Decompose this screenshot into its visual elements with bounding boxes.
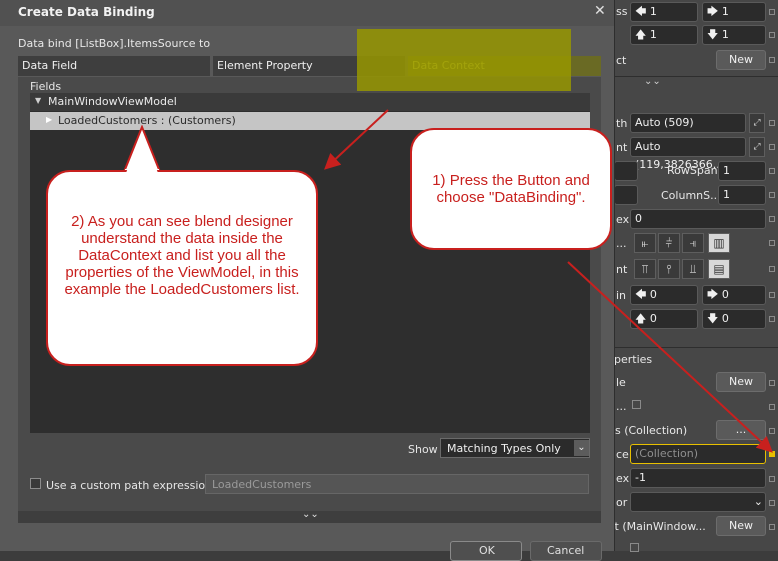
- callout-tail-cover: [126, 131, 158, 173]
- callout-step-2-text: 2) As you can see blend designer underst…: [64, 213, 300, 298]
- arrow-to-advanced-options: [567, 261, 773, 453]
- callout-step-1-text: 1) Press the Button and choose "DataBind…: [432, 172, 590, 206]
- arrow-to-tree: [324, 109, 389, 170]
